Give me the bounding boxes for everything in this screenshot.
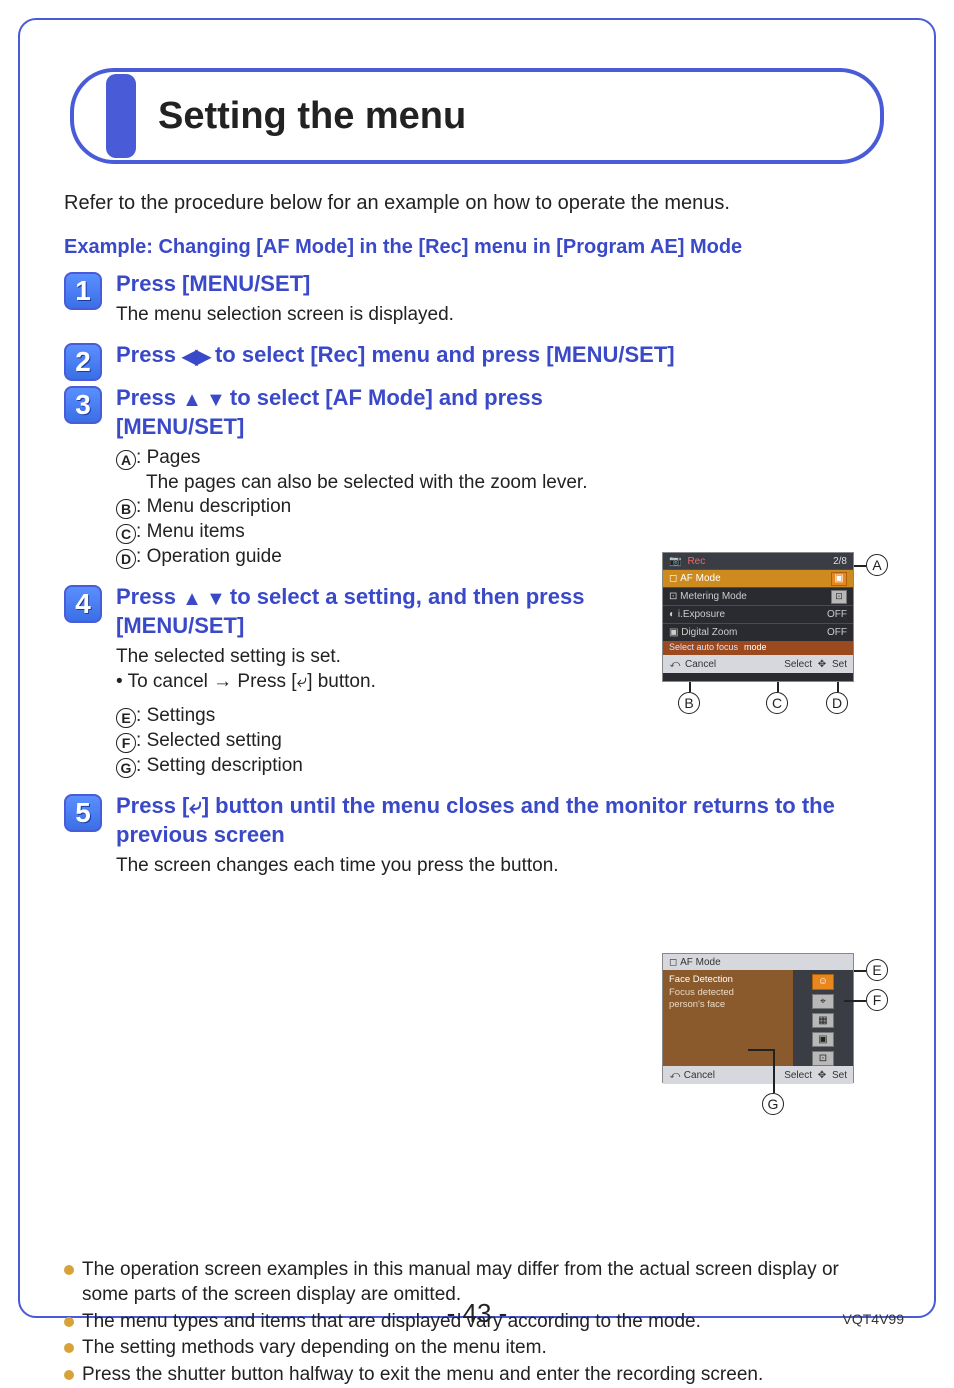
step-2-title: Press ◀▶ to select [Rec] menu and press … xyxy=(116,341,676,370)
lcd2-opt-multi: ▦ xyxy=(812,1013,834,1028)
step-3-b: Menu description xyxy=(147,496,292,517)
step-badge-1: 1 xyxy=(64,272,102,310)
step-4-body2-pre: • To cancel → Press [ xyxy=(116,671,297,692)
lcd2-left-line2: Focus detected xyxy=(669,987,787,999)
lcd2-left-line1: Face Detection xyxy=(669,974,787,986)
step-3-title-mid: to select [AF Mode] and press xyxy=(224,385,543,410)
label-G-icon: G xyxy=(116,758,136,778)
callout-A: A xyxy=(866,554,888,576)
step-3-title-post: [MENU/SET] xyxy=(116,414,244,439)
lcd2-opt-1area: ▣ xyxy=(812,1032,834,1047)
step-2: 2 Press ◀▶ to select [Rec] menu and pres… xyxy=(64,341,890,370)
lcd1-camera-icon: 📷 xyxy=(669,555,681,568)
lcd2-set: Set xyxy=(832,1069,847,1082)
lcd-screenshot-2: ◻ AF Mode Face Detection Focus detected … xyxy=(662,953,854,1083)
callout-line xyxy=(844,1000,866,1002)
label-C-icon: C xyxy=(116,524,136,544)
step-3-d: Operation guide xyxy=(147,546,282,567)
step-4-e: Settings xyxy=(147,705,216,726)
step-5-title: Press [⤶] button until the menu closes a… xyxy=(116,792,876,849)
callout-line xyxy=(773,1049,775,1093)
step-1-title: Press [MENU/SET] xyxy=(116,270,676,299)
label-A-icon: A xyxy=(116,450,136,470)
lcd2-opt-face: ☺ xyxy=(812,974,834,989)
step-3-title-pre: Press xyxy=(116,385,182,410)
step-3-title: Press ▲ ▼ to select [AF Mode] and press … xyxy=(116,384,676,442)
intro-text: Refer to the procedure below for an exam… xyxy=(64,190,890,216)
callout-line xyxy=(748,1049,774,1051)
note-bullet-icon xyxy=(64,1370,74,1380)
step-4-f: Selected setting xyxy=(147,730,282,751)
right-arrow-icon: ▶ xyxy=(195,346,208,368)
label-F-icon: F xyxy=(116,733,136,753)
banner-accent xyxy=(106,74,136,158)
lcd2-opt-tracking: ⌖ xyxy=(812,994,834,1009)
up-arrow-icon: ▲ xyxy=(182,389,200,411)
step-1-body: The menu selection screen is displayed. xyxy=(116,303,890,328)
page-number: - 43 - xyxy=(0,1298,954,1329)
note-3: The setting methods vary depending on th… xyxy=(82,1336,890,1361)
lcd2-cancel: Cancel xyxy=(684,1069,715,1082)
step-3: 3 Press ▲ ▼ to select [AF Mode] and pres… xyxy=(64,384,890,569)
step-5-body: The screen changes each time you press t… xyxy=(116,854,890,879)
step-4-title-pre: Press xyxy=(116,584,182,609)
note-4: Press the shutter button halfway to exit… xyxy=(82,1363,890,1388)
callout-G: G xyxy=(762,1093,784,1115)
lcd2-nav-icon: ✥ xyxy=(816,1069,828,1081)
down-arrow-icon: ▼ xyxy=(206,389,224,411)
lcd2-opt-spot: ⊡ xyxy=(812,1051,834,1066)
step-2-title-pre: Press xyxy=(116,342,182,367)
example-heading: Example: Changing [AF Mode] in the [Rec]… xyxy=(64,234,890,260)
return-icon: ⤶ xyxy=(297,671,308,692)
step-3-c: Menu items xyxy=(147,521,245,542)
lcd2-back-icon: ⤺ xyxy=(669,1069,681,1081)
step-badge-2: 2 xyxy=(64,343,102,381)
lcd2-select: Select xyxy=(784,1069,812,1082)
step-5-title-post: ] button until the menu closes and the m… xyxy=(116,793,835,847)
step-4-body1: The selected setting is set. xyxy=(116,645,890,670)
label-D-icon: D xyxy=(116,549,136,569)
step-5: 5 Press [⤶] button until the menu closes… xyxy=(64,792,890,878)
step-badge-5: 5 xyxy=(64,794,102,832)
figure-step-4: ◻ AF Mode Face Detection Focus detected … xyxy=(662,953,888,1131)
note-bullet-icon xyxy=(64,1265,74,1275)
step-4-title-mid: to select a setting, and then press xyxy=(224,584,585,609)
down-arrow-icon: ▼ xyxy=(206,588,224,610)
lcd1-tab: Rec xyxy=(687,555,705,568)
left-arrow-icon: ◀ xyxy=(182,346,195,368)
step-5-title-pre: Press [ xyxy=(116,793,189,818)
step-1: 1 Press [MENU/SET] The menu selection sc… xyxy=(64,270,890,327)
callout-F: F xyxy=(866,989,888,1011)
step-4-title-post: [MENU/SET] xyxy=(116,613,244,638)
up-arrow-icon: ▲ xyxy=(182,588,200,610)
step-4: 4 Press ▲ ▼ to select a setting, and the… xyxy=(64,583,890,778)
callout-line xyxy=(854,970,866,972)
lcd2-options: ☺ ⌖ ▦ ▣ ⊡ xyxy=(793,970,853,1066)
callout-E: E xyxy=(866,959,888,981)
callout-line xyxy=(854,565,866,567)
document-code: VQT4V99 xyxy=(843,1311,904,1327)
lcd1-page: 2/8 xyxy=(833,555,847,568)
note-bullet-icon xyxy=(64,1343,74,1353)
label-E-icon: E xyxy=(116,708,136,728)
step-badge-3: 3 xyxy=(64,386,102,424)
step-4-title: Press ▲ ▼ to select a setting, and then … xyxy=(116,583,676,641)
label-B-icon: B xyxy=(116,499,136,519)
page-title: Setting the menu xyxy=(158,95,466,138)
return-icon: ⤶ xyxy=(189,793,201,818)
step-badge-4: 4 xyxy=(64,585,102,623)
step-3-a-sub: The pages can also be selected with the … xyxy=(146,471,890,496)
step-4-body2-post: ] button. xyxy=(307,671,376,692)
step-3-a: Pages xyxy=(147,447,201,468)
lcd2-left-line3: person's face xyxy=(669,999,787,1011)
step-2-title-post: to select [Rec] menu and press [MENU/SET… xyxy=(209,342,675,367)
title-banner: Setting the menu xyxy=(70,68,884,164)
lcd2-afmode-icon: ◻ xyxy=(669,956,677,969)
lcd2-tab: AF Mode xyxy=(680,956,721,969)
step-4-g: Setting description xyxy=(147,755,303,776)
